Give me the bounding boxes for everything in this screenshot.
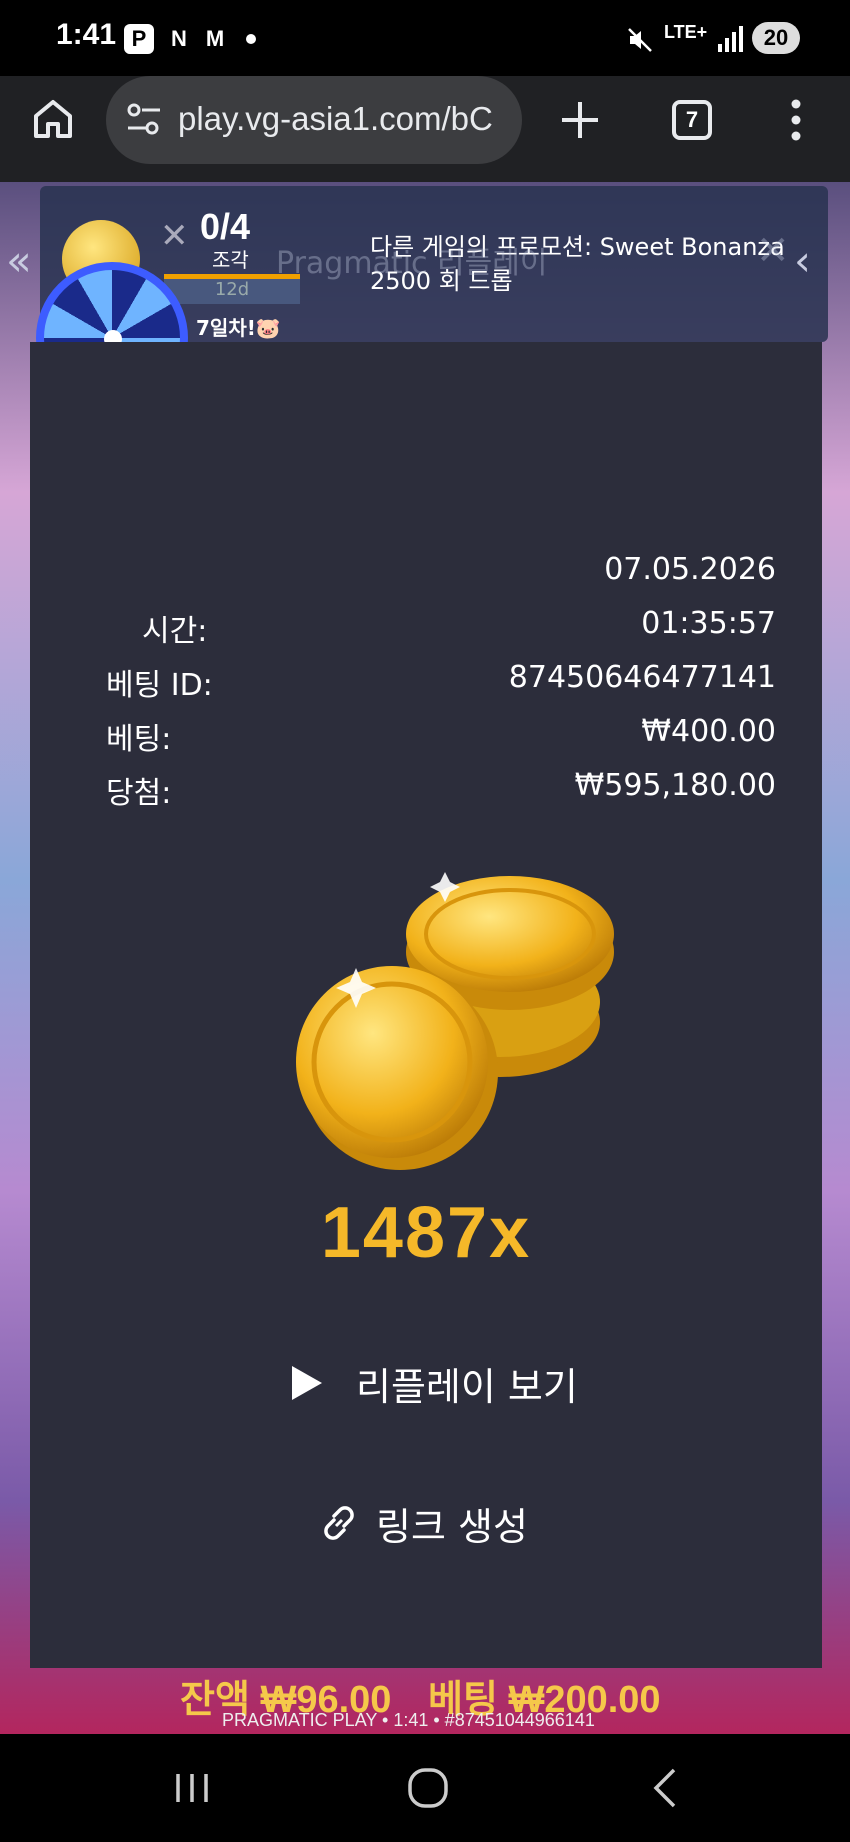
piece-timer: 12d <box>214 279 250 300</box>
promo-close-icon[interactable]: ✕ <box>160 216 189 256</box>
gold-coins-icon <box>296 872 614 1170</box>
bet-row-amount: 베팅: ₩400.00 <box>106 714 776 757</box>
piece-label: 조각 <box>212 248 249 272</box>
recent-apps-icon[interactable] <box>162 1764 222 1812</box>
game-info-line: PRAGMATIC PLAY • 1:41 • #87451044966141 <box>222 1710 595 1730</box>
piece-progress-bar: 12d <box>164 274 300 304</box>
signal-icon <box>718 26 743 52</box>
browser-toolbar: play.vg-asia1.com/bC 7 <box>0 76 850 182</box>
bet-row-value: ₩400.00 <box>641 714 776 749</box>
bet-row-id: 베팅 ID: 87450646477141 <box>106 660 776 703</box>
notification-dot-icon <box>246 34 256 44</box>
bet-row-label: 시간: <box>142 614 208 649</box>
bet-row-value: ₩595,180.00 <box>574 768 776 803</box>
bet-row-label: 당첨: <box>106 776 172 811</box>
home-nav-icon[interactable] <box>398 1764 458 1812</box>
more-menu-icon[interactable] <box>786 98 806 142</box>
bet-row-win: 당첨: ₩595,180.00 <box>106 768 776 811</box>
address-bar[interactable]: play.vg-asia1.com/bC <box>106 76 522 164</box>
bet-row-label: 베팅: <box>106 722 172 757</box>
network-type: LTE+ <box>664 22 708 42</box>
watch-replay-label: 리플레이 보기 <box>356 1365 578 1409</box>
bet-row-time: 시간: 01:35:57 <box>106 606 776 649</box>
create-link-button[interactable]: 링크 생성 <box>310 1492 590 1552</box>
promo-prev-icon[interactable]: ‹ <box>794 236 811 285</box>
game-viewport[interactable]: 다른 게임의 프로모션: Sweet Bonanza 2500 회 드롭 Pra… <box>0 182 850 1734</box>
create-link-label: 링크 생성 <box>376 1505 528 1549</box>
bet-row-value: 87450646477141 <box>508 660 776 695</box>
play-icon <box>292 1366 322 1400</box>
url-text[interactable]: play.vg-asia1.com/bC <box>178 100 508 138</box>
status-bar: 1:41 P N M LTE+ 20 <box>0 0 850 76</box>
replay-close-icon[interactable]: ✕ <box>756 228 790 274</box>
notification-icon-n: N <box>171 26 187 51</box>
new-tab-icon[interactable] <box>558 98 602 142</box>
daily-streak-label: 7일차!🐷 <box>196 316 281 340</box>
home-icon[interactable] <box>30 96 76 142</box>
back-icon[interactable] <box>636 1764 696 1812</box>
replay-details-panel: 07.05.2026 시간: 01:35:57 베팅 ID: 874506464… <box>30 342 822 1668</box>
status-time: 1:41 <box>56 18 117 51</box>
win-multiplier: 1487x <box>320 1193 532 1273</box>
bet-row-label: 베팅 ID: <box>106 668 213 703</box>
battery-indicator: 20 <box>752 22 800 54</box>
watch-replay-button[interactable]: 리플레이 보기 <box>280 1352 600 1412</box>
promo-collapse-icon[interactable]: « <box>6 236 32 285</box>
piece-counter: 0/4 <box>200 206 251 247</box>
site-settings-icon[interactable] <box>126 102 162 136</box>
notification-icon-m: M <box>205 26 225 51</box>
replay-overlay-title: Pragmatic 리플레이 <box>276 246 548 281</box>
tab-switcher-button[interactable]: 7 <box>672 100 712 140</box>
notification-icon-p: P <box>124 24 154 54</box>
bet-row-value: 01:35:57 <box>641 606 776 641</box>
bet-row-value: 07.05.2026 <box>604 552 776 587</box>
link-icon <box>324 1506 354 1540</box>
bet-row-date: 07.05.2026 <box>106 552 776 592</box>
system-nav-bar <box>0 1734 850 1842</box>
mute-icon <box>628 28 652 52</box>
